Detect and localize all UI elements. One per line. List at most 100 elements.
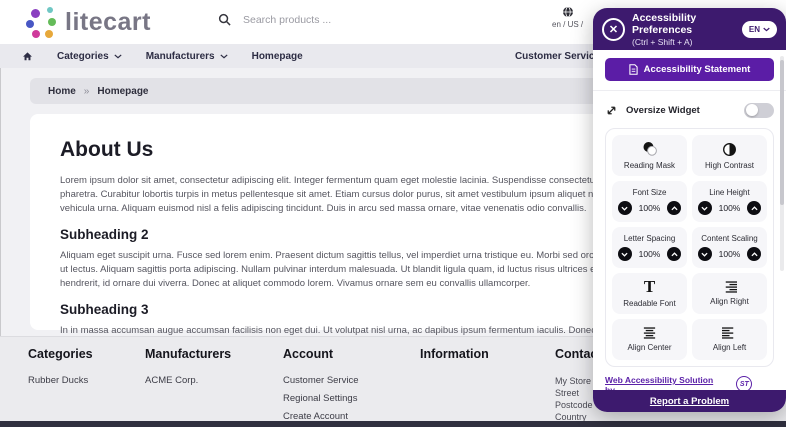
tile-high-contrast[interactable]: High Contrast (692, 135, 767, 176)
panel-scrollbar-thumb[interactable] (780, 60, 784, 205)
search-icon (218, 13, 231, 26)
tile-reading-mask[interactable]: Reading Mask (612, 135, 687, 176)
accessibility-statement-button[interactable]: Accessibility Statement (605, 58, 774, 81)
font-size-value: 100% (638, 203, 661, 213)
report-problem-label: Report a Problem (649, 395, 730, 407)
nav-customer-service-label: Customer Service (514, 50, 600, 62)
content-scaling-decrease-button[interactable] (697, 247, 712, 261)
litecart-logo-dots-icon (26, 6, 57, 39)
search-bar[interactable]: Search products ... (218, 13, 518, 26)
oversize-widget-toggle[interactable] (744, 102, 774, 118)
chevron-down-icon (701, 252, 708, 257)
tile-label: Align Center (627, 343, 672, 352)
tile-font-size: Font Size 100% (612, 181, 687, 222)
credit-line-1: Web Accessibility Solution by (605, 375, 714, 390)
accessibility-statement-label: Accessibility Statement (643, 64, 751, 75)
font-size-increase-button[interactable] (667, 201, 682, 215)
nav-item-manufacturers[interactable]: Manufacturers (146, 51, 228, 62)
chevron-down-icon (621, 206, 628, 211)
nav-item-categories[interactable]: Categories (57, 51, 122, 62)
letter-spacing-value: 100% (638, 249, 661, 259)
accessibility-tiles-grid: Reading Mask High Contrast Font Size 100… (605, 128, 774, 367)
skynet-logo: ST SKYNET TECHNOLOGIES (715, 376, 774, 390)
tile-readable-font[interactable]: T Readable Font (612, 273, 687, 314)
tile-letter-spacing: Letter Spacing 100% (612, 227, 687, 268)
letter-spacing-increase-button[interactable] (667, 247, 682, 261)
nav-item-homepage[interactable]: Homepage (252, 51, 303, 62)
chevron-down-icon (701, 206, 708, 211)
tile-label: Line Height (709, 188, 750, 197)
chevron-up-icon (751, 251, 758, 256)
breadcrumb-separator: » (83, 85, 90, 97)
accessibility-panel-header: ✕ Accessibility Preferences (Ctrl + Shif… (593, 8, 786, 50)
content-scaling-value: 100% (718, 249, 741, 259)
line-height-increase-button[interactable] (747, 201, 762, 215)
panel-title: Accessibility Preferences (632, 11, 697, 36)
resize-arrows-icon (607, 106, 616, 114)
footer-col-manufacturers: Manufacturers ACME Corp. (145, 347, 231, 393)
copyright-bar (0, 421, 786, 427)
home-icon (23, 51, 32, 60)
nav-item-customer-service[interactable]: Customer Service (515, 44, 600, 68)
tile-label: Content Scaling (701, 234, 758, 243)
align-left-icon (722, 327, 734, 339)
tile-align-right[interactable]: Align Right (692, 273, 767, 314)
oversize-widget-label: Oversize Widget (626, 104, 700, 116)
tile-label: Font Size (632, 188, 667, 197)
tile-label: Align Right (710, 297, 749, 306)
panel-scrollbar[interactable] (780, 56, 784, 271)
chevron-down-icon (114, 53, 122, 58)
skynet-link[interactable]: Web Accessibility Solution by SkynetTech… (605, 375, 715, 390)
footer-link-customer-service[interactable]: Customer Service (283, 375, 359, 386)
align-right-icon (725, 281, 737, 293)
nav-categories-label: Categories (57, 50, 109, 62)
letter-spacing-decrease-button[interactable] (617, 247, 632, 261)
footer-col-account: Account Customer Service Regional Settin… (283, 347, 359, 427)
chevron-up-icon (671, 251, 678, 256)
line-height-decrease-button[interactable] (697, 201, 712, 215)
footer-heading: Manufacturers (145, 347, 232, 361)
browser-viewport: litecart Search products ... en / US / C… (0, 0, 786, 427)
document-icon (629, 64, 638, 75)
locale-selector[interactable]: en / US / (552, 6, 583, 29)
chevron-up-icon (671, 205, 678, 210)
nav-manufacturers-label: Manufacturers (145, 50, 215, 62)
nav-homepage-label: Homepage (251, 50, 303, 62)
locale-text: en / US / (552, 20, 584, 29)
litecart-logo[interactable]: litecart (26, 6, 151, 39)
close-icon[interactable]: ✕ (602, 17, 625, 41)
tile-align-left[interactable]: Align Left (692, 319, 767, 360)
chevron-down-icon (763, 27, 770, 31)
tile-label: Reading Mask (623, 161, 676, 170)
footer-heading: Account (283, 347, 333, 361)
readable-font-icon: T (643, 277, 656, 296)
panel-shortcut: (Ctrl + Shift + A) (632, 36, 693, 47)
breadcrumb-current: Homepage (97, 85, 149, 97)
high-contrast-icon (723, 142, 736, 156)
report-problem-button[interactable]: Report a Problem (593, 390, 786, 412)
tile-align-center[interactable]: Align Center (612, 319, 687, 360)
footer-link-rubber-ducks[interactable]: Rubber Ducks (28, 375, 93, 386)
accessibility-panel-body: Accessibility Statement Oversize Widget … (593, 50, 786, 390)
litecart-logo-text: litecart (65, 8, 151, 36)
skynet-logo-icon: ST (736, 376, 753, 390)
footer-heading: Information (420, 347, 489, 361)
chevron-up-icon (751, 205, 758, 210)
footer-col-information: Information (420, 347, 489, 375)
font-size-decrease-button[interactable] (617, 201, 632, 215)
panel-credit: Web Accessibility Solution by SkynetTech… (605, 375, 774, 390)
nav-home-button[interactable] (22, 51, 33, 62)
footer-link-acme[interactable]: ACME Corp. (145, 375, 231, 386)
tile-label: Letter Spacing (623, 234, 676, 243)
language-selector[interactable]: EN (741, 20, 777, 38)
tile-label: Readable Font (623, 299, 676, 308)
language-label: EN (748, 24, 760, 34)
line-height-value: 100% (718, 203, 741, 213)
content-scaling-increase-button[interactable] (747, 247, 762, 261)
tile-label: Align Left (712, 343, 747, 352)
chevron-down-icon (621, 252, 628, 257)
breadcrumb-home-link[interactable]: Home (48, 86, 76, 97)
tile-line-height: Line Height 100% (692, 181, 767, 222)
footer-link-regional-settings[interactable]: Regional Settings (283, 393, 359, 404)
oversize-widget-row: Oversize Widget (605, 100, 774, 120)
